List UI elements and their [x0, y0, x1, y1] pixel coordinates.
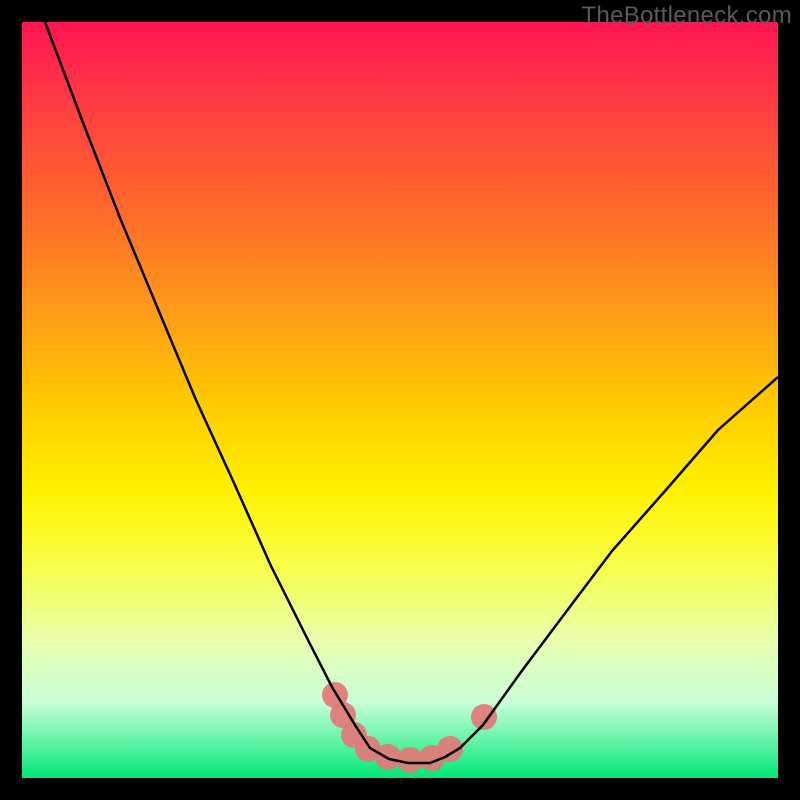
watermark: TheBottleneck.com	[581, 2, 792, 30]
chart-container: TheBottleneck.com	[0, 0, 800, 800]
highlight-trough	[322, 682, 497, 773]
plot-area	[22, 22, 778, 778]
bottleneck-curve	[22, 22, 778, 778]
curve-path	[45, 22, 778, 763]
